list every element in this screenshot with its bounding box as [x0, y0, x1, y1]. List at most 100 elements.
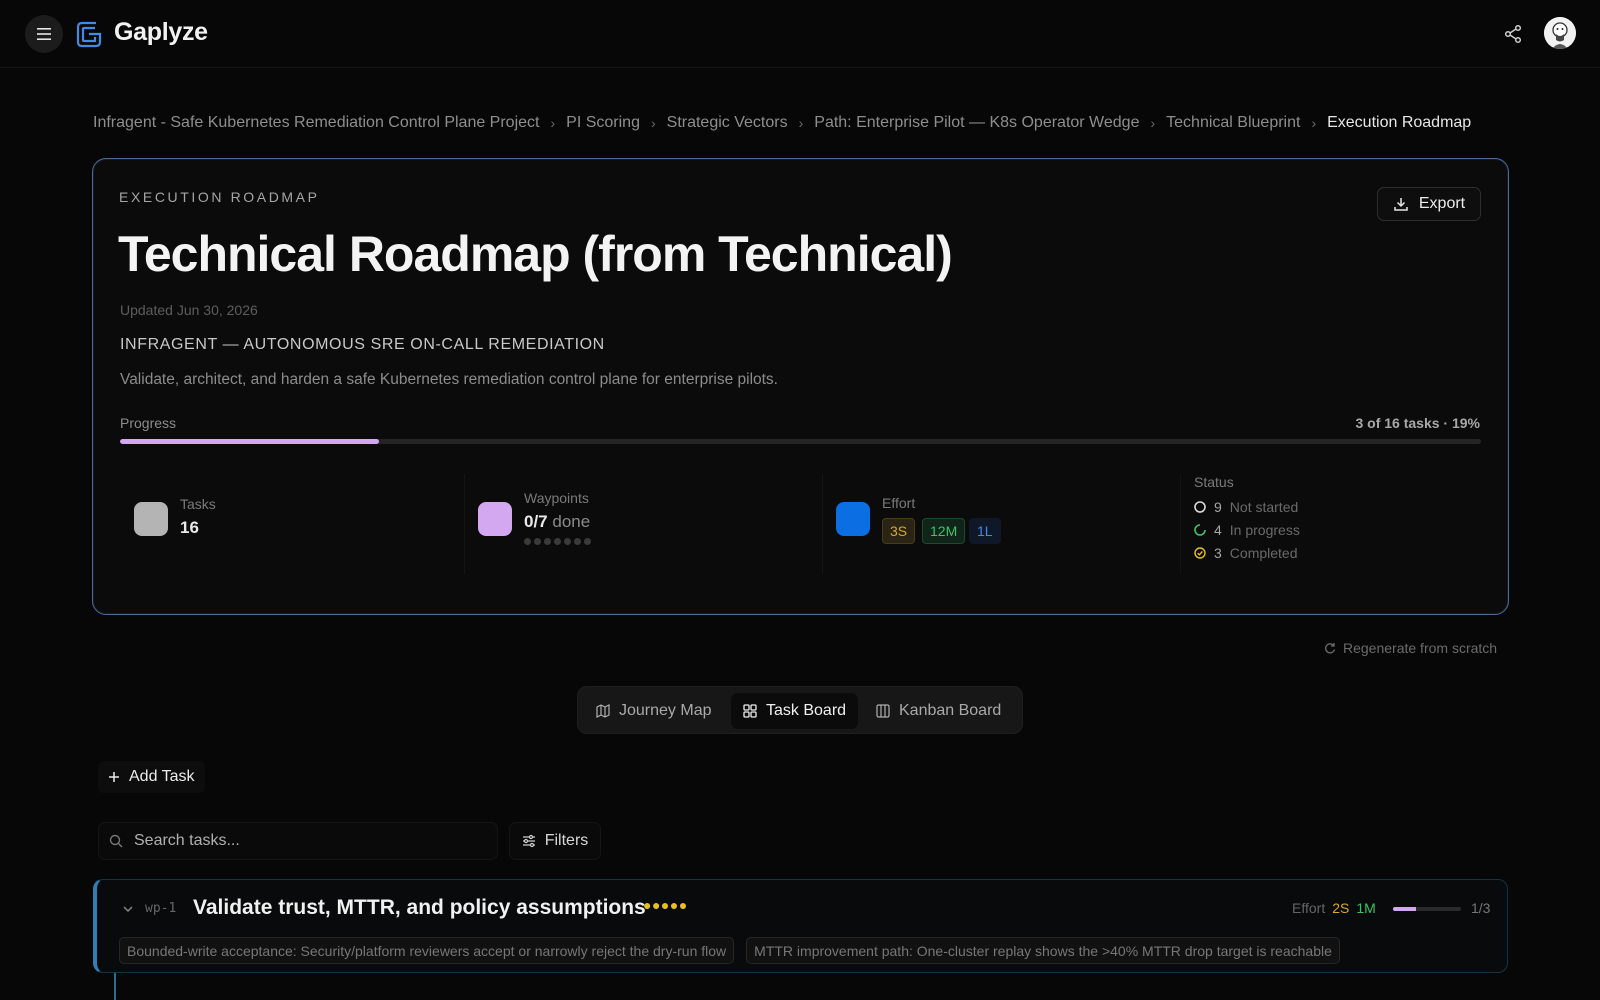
chevron-right-icon: › [550, 115, 556, 131]
search-box [98, 822, 498, 860]
roadmap-summary-card: EXECUTION ROADMAP Export Technical Roadm… [92, 158, 1509, 615]
search-input[interactable] [134, 832, 474, 850]
chevron-down-icon[interactable] [122, 903, 134, 915]
brand-name: Gaplyze [114, 18, 208, 46]
effort-pill-small: 3S [882, 518, 916, 544]
waypoints-value: 0/7 done [524, 512, 590, 532]
roadmap-description: Validate, architect, and harden a safe K… [120, 371, 778, 388]
breadcrumb-item-path[interactable]: Path: Enterprise Pilot — K8s Operator We… [814, 114, 1139, 132]
criteria-chip: MTTR improvement path: One-cluster repla… [746, 937, 1340, 964]
breadcrumb-item-project[interactable]: Infragent - Safe Kubernetes Remediation … [93, 114, 539, 132]
effort-swatch-icon [836, 502, 870, 536]
view-tabs: Journey Map Task Board Kanban Board [577, 686, 1023, 734]
chevron-right-icon: › [1150, 115, 1156, 131]
status-not-started: 9 Not started [1194, 499, 1298, 515]
waypoint-dot [554, 538, 561, 545]
priority-dots: ●●●●● [643, 897, 688, 913]
tab-label: Task Board [766, 702, 847, 719]
filters-label: Filters [544, 832, 589, 849]
effort-medium-count: 1M [1356, 900, 1376, 916]
stat-divider [464, 474, 465, 574]
waypoint-dot [544, 538, 551, 545]
waypoint-progress-count: 1/3 [1471, 900, 1491, 916]
stat-divider [1180, 474, 1181, 574]
stats-row: Tasks 16 Waypoints 0/7 done Effort 3S 12… [120, 474, 1481, 574]
waypoint-id: wp-1 [145, 901, 177, 916]
tab-label: Kanban Board [899, 702, 1002, 719]
effort-label: Effort [882, 495, 916, 511]
status-count: 3 [1214, 545, 1222, 561]
add-task-label: Add Task [129, 768, 195, 785]
add-task-button[interactable]: Add Task [98, 761, 205, 793]
breadcrumb-item-technical-blueprint[interactable]: Technical Blueprint [1166, 114, 1300, 132]
check-circle-icon [1194, 547, 1206, 559]
refresh-icon [1325, 643, 1336, 654]
gaplyze-logo-icon [76, 21, 102, 48]
tab-kanban-board[interactable]: Kanban Board [864, 693, 1013, 729]
share-icon[interactable] [1503, 24, 1523, 44]
progress-bar [120, 439, 1481, 444]
waypoint-progress-fill [1393, 907, 1416, 911]
loader-icon [1194, 524, 1206, 536]
filters-button[interactable]: Filters [509, 822, 601, 860]
chevron-right-icon: › [798, 115, 804, 131]
breadcrumb-item-pi-scoring[interactable]: PI Scoring [566, 114, 640, 132]
search-icon [109, 834, 123, 848]
tab-journey-map[interactable]: Journey Map [584, 693, 724, 729]
avatar[interactable] [1544, 17, 1576, 49]
status-label: Status [1194, 474, 1234, 490]
waypoints-swatch-icon [478, 502, 512, 536]
regenerate-button[interactable]: Regenerate from scratch [1324, 640, 1497, 656]
progress-summary: 3 of 16 tasks · 19% [1355, 415, 1480, 431]
map-icon [596, 704, 610, 718]
waypoint-dot [564, 538, 571, 545]
stat-effort: Effort 3S 12M 1L [836, 474, 1166, 574]
status-count: 9 [1214, 499, 1222, 515]
waypoint-dot [584, 538, 591, 545]
stat-divider [822, 474, 823, 574]
status-count: 4 [1214, 522, 1222, 538]
menu-button[interactable] [25, 15, 63, 53]
tasks-value: 16 [180, 518, 199, 537]
circle-icon [1194, 501, 1206, 513]
export-button[interactable]: Export [1377, 187, 1481, 221]
effort-pill-medium: 12M [922, 518, 966, 544]
waypoints-dots [524, 538, 591, 545]
waypoints-suffix: done [552, 512, 591, 531]
waypoint-title[interactable]: Validate trust, MTTR, and policy assumpt… [193, 896, 646, 920]
waypoint-effort: Effort 2S 1M [1292, 900, 1376, 916]
waypoint-progress-bar [1393, 907, 1461, 911]
effort-small-count: 2S [1332, 900, 1350, 916]
breadcrumb-item-current: Execution Roadmap [1327, 114, 1472, 131]
breadcrumb: Infragent - Safe Kubernetes Remediation … [93, 112, 1471, 134]
chevron-right-icon: › [650, 115, 656, 131]
status-text: Completed [1229, 545, 1298, 561]
top-bar: Gaplyze [0, 0, 1600, 68]
criteria-chip: Bounded-write acceptance: Security/platf… [119, 937, 735, 964]
waypoints-count: 0/7 [524, 512, 548, 531]
grid-icon [743, 704, 757, 718]
stat-status: Status 9 Not started 4 In progress 3 Com… [1194, 474, 1481, 574]
waypoint-dot [524, 538, 531, 545]
columns-icon [876, 704, 890, 718]
status-text: Not started [1229, 499, 1299, 515]
tab-task-board[interactable]: Task Board [731, 693, 859, 729]
breadcrumb-item-strategic-vectors[interactable]: Strategic Vectors [667, 114, 788, 132]
user-avatar-icon [1544, 17, 1576, 49]
waypoint-group: wp-1 Validate trust, MTTR, and policy as… [93, 879, 1508, 973]
effort-label: Effort [1292, 900, 1326, 916]
tab-label: Journey Map [619, 702, 712, 719]
waypoint-dot [574, 538, 581, 545]
regenerate-label: Regenerate from scratch [1343, 640, 1498, 656]
timeline-connector [114, 973, 116, 1000]
export-label: Export [1418, 195, 1466, 212]
tasks-swatch-icon [134, 502, 168, 536]
stat-waypoints: Waypoints 0/7 done [478, 474, 808, 574]
progress-label: Progress [120, 415, 177, 431]
waypoints-label: Waypoints [524, 490, 589, 506]
sliders-icon [522, 834, 535, 848]
roadmap-subtitle: INFRAGENT — AUTONOMOUS SRE ON-CALL REMED… [120, 336, 605, 353]
plus-icon [109, 772, 119, 782]
hamburger-icon [37, 28, 51, 40]
status-completed: 3 Completed [1194, 545, 1298, 561]
